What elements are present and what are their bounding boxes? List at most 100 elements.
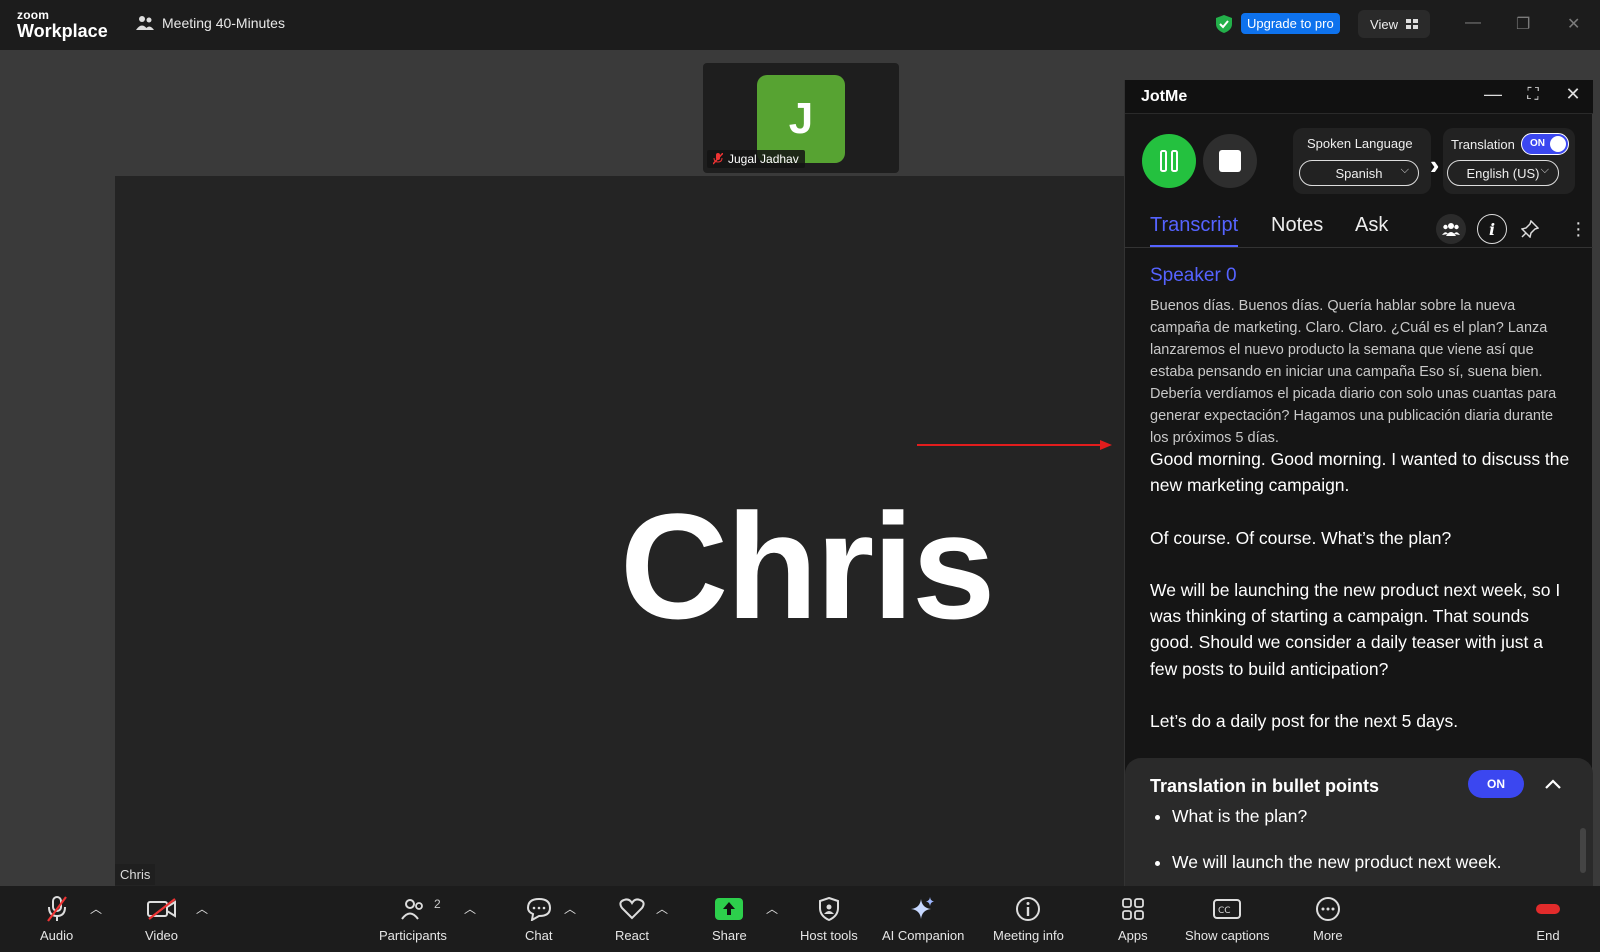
video-options-chevron-up-icon[interactable]: ︿ <box>196 900 208 917</box>
more-label: More <box>1313 928 1343 943</box>
host-tools-button[interactable]: Host tools <box>800 896 858 943</box>
chat-options-chevron-up-icon[interactable]: ︿ <box>564 900 576 917</box>
translated-paragraph: We will be launching the new product nex… <box>1150 579 1561 679</box>
speaker-label: Speaker 0 <box>1150 265 1237 286</box>
pin-icon <box>1521 220 1539 238</box>
tab-notes[interactable]: Notes <box>1271 214 1323 245</box>
host-tools-label: Host tools <box>800 928 858 943</box>
minimize-panel-icon[interactable]: — <box>1481 84 1505 105</box>
muted-mic-icon <box>713 153 723 165</box>
stop-recording-button[interactable] <box>1203 134 1257 188</box>
participants-label: Participants <box>379 928 447 943</box>
stop-icon <box>1219 150 1241 172</box>
svg-text:CC: CC <box>1218 906 1231 916</box>
shield-icon <box>818 897 839 921</box>
title-bar: zoom Workplace Meeting 40-Minutes Upgrad… <box>0 0 1600 50</box>
close-window-icon[interactable]: ✕ <box>1567 14 1580 34</box>
spoken-language-select[interactable]: Spanish ⌵ <box>1299 160 1419 186</box>
jotme-panel: JotMe — ⛶ ✕ Spoken Language Spanish ⌵ ››… <box>1124 80 1593 886</box>
end-meeting-button[interactable]: End <box>1536 896 1560 943</box>
audio-label: Audio <box>40 928 74 943</box>
meeting-info-button[interactable]: Meeting info <box>993 896 1064 943</box>
view-button[interactable]: View <box>1358 10 1430 38</box>
heart-icon <box>619 898 645 920</box>
list-item: What is the plan? <box>1172 806 1501 827</box>
grid-view-icon <box>1405 18 1418 29</box>
info-icon <box>1016 897 1041 921</box>
scrollbar[interactable] <box>1580 828 1586 873</box>
more-button[interactable]: More <box>1313 896 1343 943</box>
video-button[interactable]: Video <box>145 896 178 943</box>
audio-options-chevron-up-icon[interactable]: ︿ <box>90 900 102 917</box>
original-transcript: Buenos días. Buenos días. Quería hablar … <box>1150 298 1557 446</box>
thumbnail-name-tag: Jugal Jadhav <box>707 150 805 168</box>
apps-button[interactable]: Apps <box>1118 896 1148 943</box>
meeting-toolbar: Audio ︿ Video ︿ Participants 2 ︿ Chat ︿ … <box>0 886 1600 952</box>
react-label: React <box>615 928 649 943</box>
target-language-select[interactable]: English (US) ⌵ <box>1447 160 1559 186</box>
more-options-icon[interactable]: · · · <box>1575 213 1582 245</box>
shield-check-icon <box>1216 14 1232 33</box>
share-label: Share <box>712 928 747 943</box>
brand-small: zoom <box>17 8 50 22</box>
pin-button[interactable] <box>1515 214 1545 244</box>
show-captions-button[interactable]: CC Show captions <box>1185 896 1270 943</box>
meeting-title[interactable]: Meeting 40-Minutes <box>136 15 285 31</box>
upgrade-to-pro-button[interactable]: Upgrade to pro <box>1241 13 1340 34</box>
speaker-name-tag: Chris <box>115 864 156 885</box>
collapse-chevron-up-icon[interactable] <box>1545 772 1561 795</box>
pause-recording-button[interactable] <box>1142 134 1196 188</box>
meeting-info-label: Meeting info <box>993 928 1064 943</box>
bullet-translation-toggle[interactable]: ON <box>1468 770 1524 798</box>
annotation-arrow-icon <box>917 440 1112 450</box>
translation-toggle-label: ON <box>1530 138 1545 149</box>
audio-button[interactable]: Audio <box>40 896 73 943</box>
meeting-title-text: Meeting 40-Minutes <box>162 15 285 31</box>
captions-icon: CC <box>1213 899 1242 919</box>
restore-window-icon[interactable]: ❐ <box>1516 14 1530 34</box>
info-button[interactable]: i <box>1477 214 1507 244</box>
tab-ask[interactable]: Ask <box>1355 214 1388 245</box>
tab-transcript[interactable]: Transcript <box>1150 214 1239 247</box>
bullet-list: What is the plan? We will launch the new… <box>1172 806 1501 898</box>
translated-paragraph: Good morning. Good morning. I wanted to … <box>1150 449 1570 496</box>
chevron-down-icon: ⌵ <box>1400 164 1409 176</box>
speakers-button[interactable] <box>1436 214 1466 244</box>
translation-toggle[interactable]: ON <box>1521 133 1569 155</box>
ai-companion-button[interactable]: AI Companion <box>882 896 964 943</box>
video-off-icon <box>146 898 176 920</box>
ai-companion-label: AI Companion <box>882 928 965 943</box>
end-label: End <box>1536 928 1560 943</box>
share-button[interactable]: Share <box>712 896 747 943</box>
fullscreen-icon[interactable]: ⛶ <box>1521 86 1545 104</box>
participants-options-chevron-up-icon[interactable]: ︿ <box>464 900 476 917</box>
jotme-tabs: Transcript Notes Ask i · · · <box>1125 206 1593 248</box>
chat-label: Chat <box>525 928 553 943</box>
translated-paragraph: Let’s do a daily post for the next 5 day… <box>1150 711 1459 732</box>
bullet-panel-title: Translation in bullet points <box>1150 776 1380 796</box>
close-panel-icon[interactable]: ✕ <box>1561 84 1585 105</box>
participant-thumbnail[interactable]: J Jugal Jadhav <box>703 63 899 173</box>
participants-group-icon <box>136 16 154 30</box>
jotme-title: JotMe <box>1141 88 1188 105</box>
list-item: We will launch the new product next week… <box>1172 852 1501 873</box>
info-icon: i <box>1488 219 1496 239</box>
zoom-workplace-logo: zoom Workplace <box>17 9 108 40</box>
show-captions-label: Show captions <box>1185 928 1270 943</box>
spoken-language-box: Spoken Language Spanish ⌵ <box>1293 128 1431 194</box>
spoken-language-value: Spanish <box>1335 165 1383 181</box>
bullet-translation-panel: Translation in bullet points ON What is … <box>1125 758 1593 886</box>
more-dots-icon <box>1315 897 1340 921</box>
minimize-window-icon[interactable]: — <box>1465 14 1481 32</box>
react-button[interactable]: React <box>615 896 649 943</box>
chat-button[interactable]: Chat <box>525 896 552 943</box>
participant-count-badge: 2 <box>434 897 441 911</box>
share-options-chevron-up-icon[interactable]: ︿ <box>766 900 778 917</box>
double-chevron-right-icon: ›› <box>1430 150 1442 180</box>
spoken-language-label: Spoken Language <box>1307 136 1413 151</box>
thumbnail-name: Jugal Jadhav <box>728 152 799 166</box>
chevron-down-icon: ⌵ <box>1540 164 1549 176</box>
react-options-chevron-up-icon[interactable]: ︿ <box>656 900 668 917</box>
brand-large: Workplace <box>17 21 108 41</box>
translated-paragraph: Of course. Of course. What’s the plan? <box>1150 527 1452 548</box>
